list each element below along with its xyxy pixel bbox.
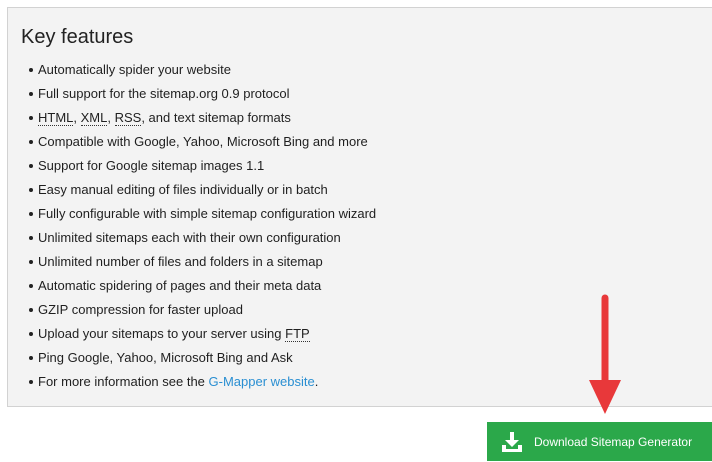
feature-text: Full support for the sitemap.org 0.9 pro… [38,86,290,101]
feature-text: Compatible with Google, Yahoo, Microsoft… [38,134,368,149]
key-features-title: Key features [21,26,134,48]
feature-text: For more information see the [38,374,209,389]
list-item: Easy manual editing of files individuall… [28,178,376,202]
feature-text: . [314,374,319,389]
feature-text: Fully configurable with simple sitemap c… [38,206,377,221]
list-item: Automatic spidering of pages and their m… [28,274,376,298]
list-item: Support for Google sitemap images 1.1 [28,154,376,178]
feature-text: Automatic spidering of pages and their m… [38,278,322,293]
list-item: GZIP compression for faster upload [28,298,376,322]
features-list: Automatically spider your website Full s… [8,58,376,394]
list-item: Upload your sitemaps to your server usin… [28,322,376,346]
feature-text: Automatically spider your website [38,62,231,77]
abbr-rss: RSS [114,110,142,126]
download-sitemap-generator-button[interactable]: Download Sitemap Generator [487,422,712,461]
arrow-down-icon [589,294,621,414]
feature-text: Ping Google, Yahoo, Microsoft Bing and A… [38,350,293,365]
list-item: HTML, XML, RSS, and text sitemap formats [28,106,376,130]
list-item: Unlimited sitemaps each with their own c… [28,226,376,250]
feature-text: Easy manual editing of files individuall… [38,182,328,197]
list-item: Ping Google, Yahoo, Microsoft Bing and A… [28,346,376,370]
list-item: Full support for the sitemap.org 0.9 pro… [28,82,376,106]
feature-text: , [107,110,115,125]
abbr-xml: XML [80,110,108,126]
list-item: Automatically spider your website [28,58,376,82]
feature-text: Unlimited sitemaps each with their own c… [38,230,341,245]
abbr-html: HTML [38,110,74,126]
feature-text: GZIP compression for faster upload [38,302,243,317]
download-icon [502,431,522,452]
feature-text: Upload your sitemaps to your server usin… [38,326,286,341]
feature-text: , and text sitemap formats [141,110,291,125]
abbr-ftp: FTP [285,326,310,342]
feature-text: , [73,110,81,125]
list-item: Compatible with Google, Yahoo, Microsoft… [28,130,376,154]
list-item: Fully configurable with simple sitemap c… [28,202,377,226]
list-item: For more information see the G-Mapper we… [28,370,376,394]
list-item: Unlimited number of files and folders in… [28,250,376,274]
feature-text: Unlimited number of files and folders in… [38,254,323,269]
feature-text: Support for Google sitemap images 1.1 [38,158,265,173]
download-button-label: Download Sitemap Generator [534,434,693,449]
g-mapper-website-link[interactable]: G-Mapper website [209,374,315,389]
